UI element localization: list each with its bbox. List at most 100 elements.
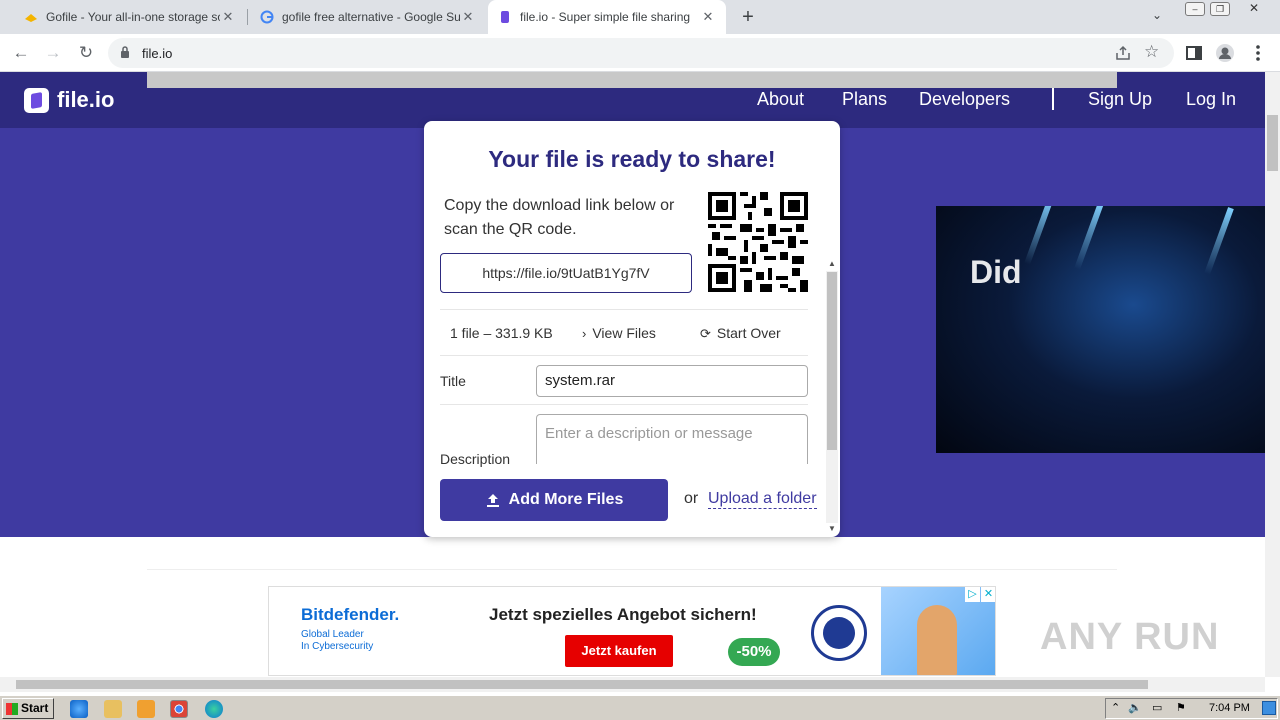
restore-button[interactable]: ❐: [1210, 2, 1230, 16]
ad-buy-button[interactable]: Jetzt kaufen: [565, 635, 673, 667]
close-icon[interactable]: ✕: [700, 9, 716, 25]
clock: 7:04 PM: [1209, 702, 1250, 714]
url-text: file.io: [142, 46, 173, 61]
upload-folder-link[interactable]: Upload a folder: [708, 490, 817, 509]
description-input[interactable]: Enter a description or message: [536, 414, 808, 464]
file-meta-row: 1 file – 331.9 KB › View Files ⟳ Start Ove…: [440, 309, 808, 356]
share-card: Your file is ready to share! Copy the do…: [424, 121, 840, 537]
video-ad[interactable]: Did: [936, 206, 1265, 453]
page-vertical-scrollbar[interactable]: [1265, 72, 1280, 677]
reload-icon[interactable]: ↻: [75, 42, 97, 64]
lock-icon: [121, 46, 129, 58]
forward-arrow-icon[interactable]: →: [42, 42, 64, 64]
ad-tagline-line-2: In Cybersecurity: [301, 641, 374, 652]
side-panel-icon[interactable]: [1184, 43, 1204, 63]
scroll-up-arrow-icon[interactable]: ▲: [826, 258, 838, 270]
light-beam: [1204, 207, 1234, 275]
row-divider: [440, 404, 808, 405]
file-info: 1 file – 331.9 KB: [450, 325, 553, 341]
light-beam: [1024, 206, 1054, 265]
ie-icon[interactable]: [70, 700, 88, 718]
minimize-button[interactable]: –: [1185, 2, 1205, 16]
nav-about[interactable]: About: [757, 89, 804, 110]
edge-icon[interactable]: [205, 700, 223, 718]
tab-title: gofile free alternative - Google Suche: [282, 10, 460, 24]
close-icon[interactable]: ✕: [220, 9, 236, 25]
chevron-up-icon[interactable]: ⌃: [1111, 701, 1120, 714]
more-menu-icon[interactable]: [1248, 43, 1268, 63]
nav-developers[interactable]: Developers: [919, 89, 1010, 110]
ad-brand: Bitdefender.: [301, 605, 400, 624]
ad-tagline-line-1: Global Leader: [301, 629, 364, 640]
scrollbar-thumb[interactable]: [16, 680, 1148, 689]
show-desktop-icon[interactable]: [1262, 701, 1276, 715]
nav-log-in[interactable]: Log In: [1186, 89, 1236, 110]
bitdefender-banner-ad[interactable]: Bitdefender. Global Leader In Cybersecuri…: [268, 586, 996, 676]
eu-seal-icon: [811, 605, 867, 661]
start-label: Start: [21, 701, 49, 715]
scroll-down-arrow-icon[interactable]: ▼: [826, 523, 838, 535]
flag-icon[interactable]: ⚑: [1176, 701, 1186, 714]
video-ad-text: Did: [970, 254, 1022, 290]
chevron-right-icon: ›: [582, 326, 587, 341]
tab-divider: [247, 9, 248, 25]
scrollbar-thumb[interactable]: [1267, 115, 1278, 171]
nav-plans[interactable]: Plans: [842, 89, 887, 110]
new-tab-button[interactable]: +: [737, 6, 759, 28]
windows-logo-icon: [6, 703, 18, 715]
tab-strip: Gofile - Your all-in-one storage soluti …: [0, 0, 1280, 34]
google-favicon-icon: [260, 10, 274, 24]
or-text: or: [684, 490, 699, 507]
ad-close-icon[interactable]: ✕: [981, 587, 995, 602]
fileio-favicon-icon: [501, 11, 509, 23]
tab-title: file.io - Super simple file sharing: [520, 10, 691, 24]
tab-fileio[interactable]: file.io - Super simple file sharing ✕: [488, 0, 726, 34]
close-window-button[interactable]: ✕: [1244, 2, 1264, 16]
copy-instructions: Copy the download link below or scan the…: [444, 197, 675, 238]
close-icon[interactable]: ✕: [460, 9, 476, 25]
upload-icon: [486, 494, 499, 507]
ad-headline: Jetzt spezielles Angebot sichern!: [489, 605, 757, 624]
page-horizontal-scrollbar[interactable]: [0, 677, 1265, 692]
tab-title: Gofile - Your all-in-one storage soluti: [46, 10, 220, 24]
browser-toolbar: ← → ↻ file.io ☆: [0, 34, 1280, 72]
refresh-icon: ⟳: [700, 326, 711, 341]
volume-icon[interactable]: 🔈: [1128, 701, 1142, 714]
add-more-files-label: Add More Files: [508, 491, 624, 508]
bookmark-star-icon[interactable]: ☆: [1144, 42, 1159, 62]
watermark: ANY RUN: [1040, 616, 1220, 658]
media-player-icon[interactable]: [137, 700, 155, 718]
nav-sign-up[interactable]: Sign Up: [1088, 89, 1152, 110]
explorer-folder-icon[interactable]: [104, 700, 122, 718]
address-bar[interactable]: file.io ☆: [108, 38, 1174, 68]
network-icon[interactable]: ▭: [1152, 701, 1162, 714]
gofile-favicon-icon: [25, 14, 37, 22]
ad-placeholder-strip: [147, 72, 1117, 88]
qr-code[interactable]: [708, 192, 808, 292]
view-files-label: View Files: [592, 325, 656, 341]
ad-choices-icon[interactable]: ▷: [965, 587, 980, 602]
download-link-field[interactable]: https://file.io/9tUatB1Yg7fV: [440, 253, 692, 293]
tab-gofile[interactable]: Gofile - Your all-in-one storage soluti …: [14, 0, 246, 34]
start-button[interactable]: Start: [2, 698, 54, 719]
title-label: Title: [440, 373, 466, 389]
nav-divider: [1052, 88, 1054, 110]
start-over-button[interactable]: ⟳ Start Over: [700, 325, 781, 342]
chevron-down-icon[interactable]: ⌄: [1152, 8, 1162, 22]
add-more-files-button[interactable]: Add More Files: [440, 479, 668, 521]
tab-google[interactable]: gofile free alternative - Google Suche ✕: [250, 0, 486, 34]
ad-discount-badge: -50%: [728, 638, 780, 666]
page-viewport: file.io About Plans Developers Sign Up L…: [0, 72, 1265, 677]
share-icon[interactable]: [1114, 44, 1132, 62]
site-logo[interactable]: file.io: [24, 87, 114, 113]
title-input[interactable]: system.rar: [536, 365, 808, 397]
profile-avatar-icon[interactable]: [1215, 43, 1235, 63]
person-figure: [917, 605, 957, 675]
view-files-button[interactable]: › View Files: [582, 325, 656, 341]
card-scrollbar-thumb[interactable]: [827, 272, 837, 450]
description-label: Description: [440, 451, 511, 467]
chrome-icon[interactable]: [170, 700, 188, 718]
back-arrow-icon[interactable]: ←: [10, 42, 32, 64]
start-over-label: Start Over: [716, 325, 781, 341]
system-tray: ⌃ 🔈 ▭ ⚑: [1105, 698, 1278, 719]
